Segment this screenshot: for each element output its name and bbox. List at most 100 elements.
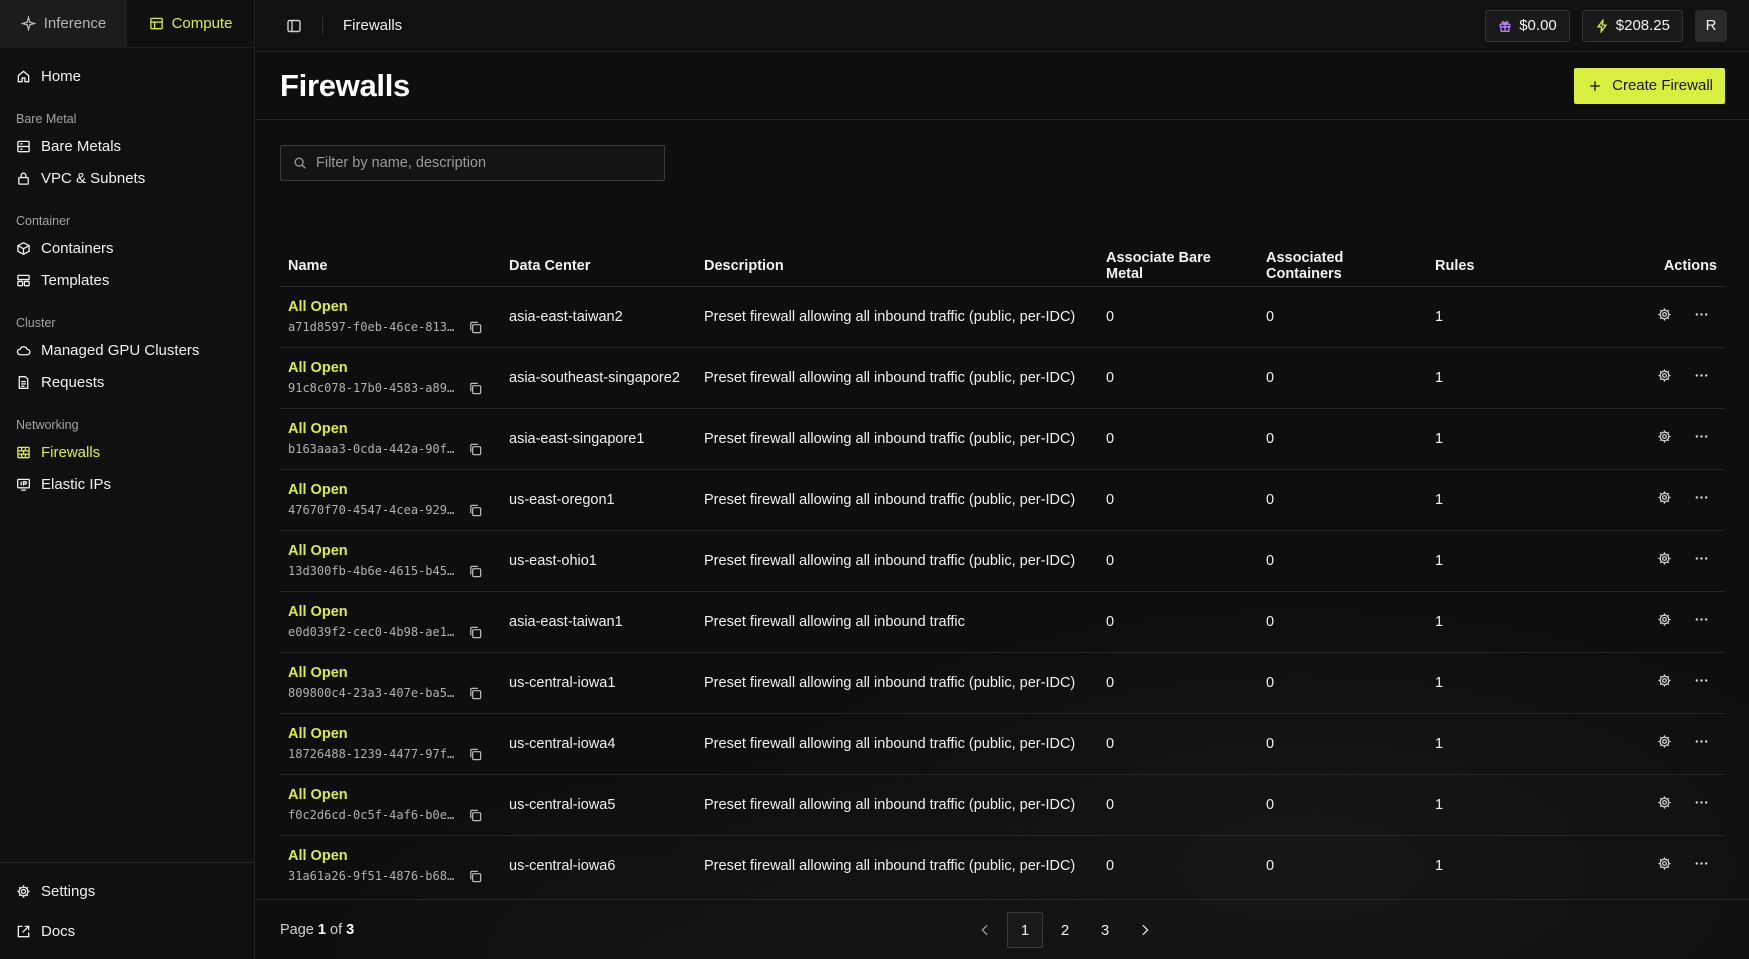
copy-icon[interactable] — [468, 869, 483, 884]
sidebar-item-settings[interactable]: Settings — [0, 871, 254, 911]
credits-pill[interactable]: $0.00 — [1485, 9, 1570, 42]
table-row[interactable]: All Open 13d300fb-4b6e-4615-b451… us-east-… — [280, 530, 1725, 592]
column-header-containers[interactable]: Associated Containers — [1258, 246, 1427, 287]
gear-icon[interactable] — [1657, 368, 1672, 383]
firewall-name-link[interactable]: All Open — [288, 421, 493, 437]
gear-icon[interactable] — [1657, 734, 1672, 749]
firewall-name-link[interactable]: All Open — [288, 543, 493, 559]
gear-icon[interactable] — [1657, 551, 1672, 566]
firewall-name-link[interactable]: All Open — [288, 726, 493, 742]
gear-icon[interactable] — [1657, 795, 1672, 810]
more-icon[interactable] — [1694, 307, 1709, 322]
column-header-rules[interactable]: Rules — [1427, 246, 1507, 287]
page-button-3[interactable]: 3 — [1087, 912, 1123, 948]
copy-icon[interactable] — [468, 503, 483, 518]
table-row[interactable]: All Open 31a61a26-9f51-4876-b682… us-centr… — [280, 835, 1725, 896]
copy-icon[interactable] — [468, 442, 483, 457]
more-icon[interactable] — [1694, 612, 1709, 627]
table-row[interactable]: All Open b163aaa3-0cda-442a-90fa… asia-eas… — [280, 408, 1725, 470]
sidebar-item-containers[interactable]: Containers — [0, 232, 254, 264]
avatar[interactable]: R — [1695, 9, 1727, 42]
firewall-name-link[interactable]: All Open — [288, 665, 493, 681]
gear-icon[interactable] — [1657, 612, 1672, 627]
page-label: Page — [280, 921, 314, 938]
sidebar-item-elastic-ips[interactable]: Elastic IPs — [0, 468, 254, 500]
cell-containers: 0 — [1258, 713, 1427, 775]
firewall-name-link[interactable]: All Open — [288, 848, 493, 864]
firewall-name-link[interactable]: All Open — [288, 360, 493, 376]
more-icon[interactable] — [1694, 429, 1709, 444]
cell-data-center: asia-east-taiwan1 — [501, 591, 696, 653]
table-row[interactable]: All Open 47670f70-4547-4cea-9291… us-east-… — [280, 469, 1725, 531]
table-row[interactable]: All Open a71d8597-f0eb-46ce-813c… asia-eas… — [280, 286, 1725, 348]
sidebar-item-managed-gpu-clusters[interactable]: Managed GPU Clusters — [0, 334, 254, 366]
column-header-description[interactable]: Description — [696, 246, 1098, 287]
filter-input[interactable] — [316, 155, 652, 171]
balance-pill[interactable]: $208.25 — [1581, 9, 1683, 42]
more-icon[interactable] — [1694, 734, 1709, 749]
cell-name: All Open e0d039f2-cec0-4b98-ae1b… — [280, 591, 501, 653]
sidebar-item-templates[interactable]: Templates — [0, 264, 254, 296]
cell-data-center: us-east-ohio1 — [501, 530, 696, 592]
gear-icon[interactable] — [1657, 429, 1672, 444]
table-row[interactable]: All Open e0d039f2-cec0-4b98-ae1b… asia-eas… — [280, 591, 1725, 653]
sidebar-item-bare-metals[interactable]: Bare Metals — [0, 130, 254, 162]
prev-page-button[interactable] — [967, 912, 1003, 948]
copy-icon[interactable] — [468, 686, 483, 701]
create-firewall-button[interactable]: Create Firewall — [1574, 67, 1725, 104]
more-icon[interactable] — [1694, 673, 1709, 688]
cell-data-center: asia-east-singapore1 — [501, 408, 696, 470]
cell-actions — [1507, 408, 1725, 470]
more-icon[interactable] — [1694, 856, 1709, 871]
sidebar-item-docs[interactable]: Docs — [0, 911, 254, 951]
table-row[interactable]: All Open 91c8c078-17b0-4583-a899… asia-sou… — [280, 347, 1725, 409]
tab-inference[interactable]: Inference — [0, 0, 127, 47]
ip-icon — [17, 478, 30, 491]
copy-icon[interactable] — [468, 320, 483, 335]
sidebar-item-label: Elastic IPs — [41, 475, 112, 493]
cell-data-center: us-central-iowa5 — [501, 774, 696, 836]
firewall-name-link[interactable]: All Open — [288, 604, 493, 620]
table-row[interactable]: All Open f0c2d6cd-0c5f-4af6-b0e9… us-centr… — [280, 774, 1725, 836]
next-page-button[interactable] — [1127, 912, 1163, 948]
cell-name: All Open 18726488-1239-4477-97f9… — [280, 713, 501, 775]
gear-icon[interactable] — [1657, 673, 1672, 688]
cell-containers: 0 — [1258, 591, 1427, 653]
gear-icon[interactable] — [1657, 490, 1672, 505]
copy-icon[interactable] — [468, 808, 483, 823]
more-icon[interactable] — [1694, 551, 1709, 566]
firewall-name-link[interactable]: All Open — [288, 787, 493, 803]
page-button-2[interactable]: 2 — [1047, 912, 1083, 948]
page-button-1[interactable]: 1 — [1007, 912, 1043, 948]
copy-icon[interactable] — [468, 381, 483, 396]
sidebar-toggle-icon[interactable] — [286, 18, 302, 34]
cube-icon — [17, 241, 30, 255]
column-header-bare-metal[interactable]: Associate Bare Metal — [1098, 246, 1258, 287]
sidebar-item-label: Bare Metals — [41, 137, 122, 155]
sidebar-item-vpc-subnets[interactable]: VPC & Subnets — [0, 162, 254, 194]
more-icon[interactable] — [1694, 490, 1709, 505]
table-row[interactable]: All Open 809800c4-23a3-407e-ba57… us-centr… — [280, 652, 1725, 714]
of-label: of — [330, 921, 343, 938]
cell-bare-metal: 0 — [1098, 408, 1258, 470]
gear-icon[interactable] — [1657, 856, 1672, 871]
copy-icon[interactable] — [468, 564, 483, 579]
firewall-name-link[interactable]: All Open — [288, 299, 493, 315]
cell-data-center: us-central-iowa6 — [509, 857, 616, 874]
brick-wall-icon — [17, 446, 30, 458]
copy-icon[interactable] — [468, 747, 483, 762]
sidebar-item-firewalls[interactable]: Firewalls — [0, 436, 254, 468]
column-header-name[interactable]: Name — [280, 246, 501, 287]
tab-compute[interactable]: Compute — [127, 0, 254, 47]
firewall-name-link[interactable]: All Open — [288, 482, 493, 498]
cell-name: All Open 809800c4-23a3-407e-ba57… — [280, 652, 501, 714]
table-row[interactable]: All Open 18726488-1239-4477-97f9… us-centr… — [280, 713, 1725, 775]
column-header-data-center[interactable]: Data Center — [501, 246, 696, 287]
more-icon[interactable] — [1694, 795, 1709, 810]
gear-icon[interactable] — [1657, 307, 1672, 322]
copy-icon[interactable] — [468, 625, 483, 640]
gift-icon — [1499, 20, 1511, 32]
sidebar-item-requests[interactable]: Requests — [0, 366, 254, 398]
more-icon[interactable] — [1694, 368, 1709, 383]
sidebar-item-home[interactable]: Home — [0, 60, 254, 92]
